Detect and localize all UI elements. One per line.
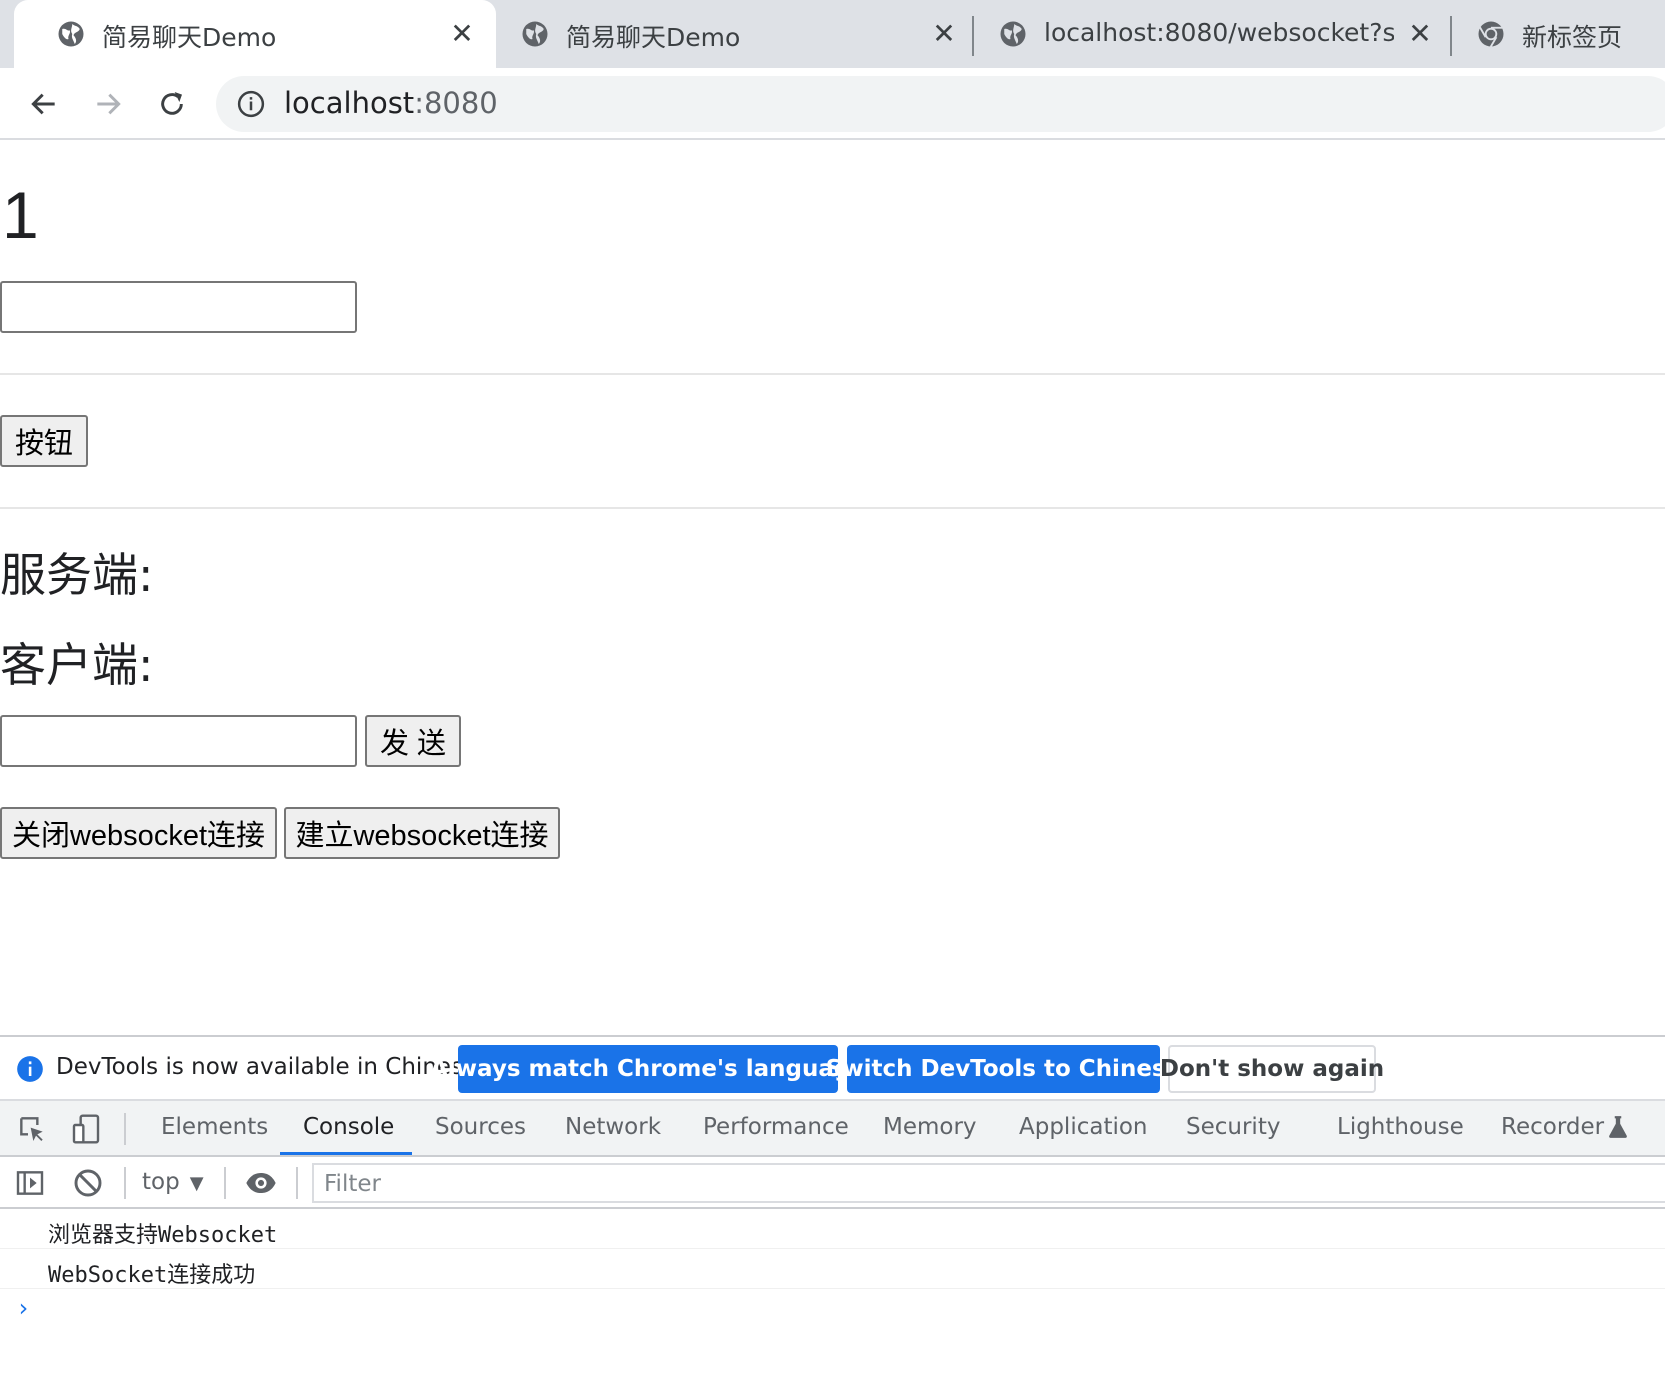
devtools-panel: DevTools is now available in Chinese! Al…	[0, 1035, 1665, 1384]
console-log-line: WebSocket连接成功	[0, 1249, 1665, 1289]
arrow-left-icon	[31, 93, 55, 115]
toolbar-separator	[124, 1113, 126, 1145]
tab-performance[interactable]: Performance	[703, 1114, 849, 1140]
tab-sources[interactable]: Sources	[435, 1114, 526, 1140]
tab-title: 新标签页	[1522, 23, 1623, 52]
toolbar-separator	[124, 1167, 126, 1199]
clear-console-icon[interactable]	[72, 1167, 104, 1199]
always-match-language-button[interactable]: Always match Chrome's language	[430, 1045, 866, 1093]
tab-elements[interactable]: Elements	[161, 1114, 268, 1140]
console-toolbar: top ▼ Filter	[0, 1157, 1665, 1209]
devtools-language-infobar: DevTools is now available in Chinese! Al…	[0, 1037, 1665, 1101]
inspect-element-icon[interactable]	[16, 1113, 48, 1145]
tab-security[interactable]: Security	[1186, 1114, 1280, 1140]
chrome-icon	[1478, 21, 1504, 48]
info-icon[interactable]	[236, 89, 266, 119]
divider	[0, 373, 1665, 375]
device-toolbar-icon[interactable]	[70, 1113, 102, 1145]
tab-recorder[interactable]: Recorder	[1501, 1114, 1604, 1140]
arrow-right-icon	[97, 93, 121, 115]
dont-show-again-button[interactable]: Don't show again	[1160, 1045, 1384, 1093]
action-button[interactable]: 按钮	[0, 415, 88, 467]
flask-icon	[1609, 1116, 1627, 1138]
dropdown-arrow-icon: ▼	[189, 1173, 204, 1194]
sidebar-toggle-icon[interactable]	[14, 1167, 46, 1199]
console-log-text: 浏览器支持Websocket	[48, 1223, 278, 1248]
console-log-text: WebSocket连接成功	[48, 1263, 256, 1288]
close-icon[interactable]: ✕	[1406, 20, 1434, 48]
tab-strip: 简易聊天Demo ✕ 简易聊天Demo ✕ localhost:8080/web…	[0, 0, 1665, 68]
reload-icon	[161, 92, 183, 115]
tab-chat-demo-1[interactable]: 简易聊天Demo ✕	[14, 0, 496, 68]
filter-placeholder: Filter	[324, 1171, 381, 1197]
globe-icon	[522, 21, 548, 47]
url-text: localhost:8080	[284, 86, 498, 120]
reload-button[interactable]	[152, 84, 192, 124]
console-filter-input[interactable]: Filter	[312, 1163, 1665, 1203]
close-icon[interactable]: ✕	[930, 20, 958, 48]
open-websocket-button[interactable]: 建立websocket连接	[284, 807, 560, 859]
browser-toolbar: localhost:8080	[0, 68, 1665, 140]
tab-chat-demo-2[interactable]: 简易聊天Demo ✕	[494, 0, 970, 68]
client-label: 客户端:	[0, 638, 154, 692]
top-text-input[interactable]	[0, 281, 357, 333]
message-input[interactable]	[0, 715, 357, 767]
page-content: 1 按钮 服务端: 客户端: 发 送 关闭websocket连接 建立webso…	[0, 142, 1665, 1035]
infobar-message: DevTools is now available in Chinese!	[56, 1054, 487, 1080]
info-icon	[17, 1056, 43, 1082]
console-log-line: 浏览器支持Websocket	[0, 1209, 1665, 1249]
url-host: localhost	[284, 86, 415, 120]
tab-console[interactable]: Console	[303, 1114, 394, 1140]
toolbar-separator	[296, 1167, 298, 1199]
tab-memory[interactable]: Memory	[883, 1114, 977, 1140]
context-selector[interactable]: top ▼	[142, 1169, 204, 1195]
context-value: top	[142, 1169, 180, 1195]
tab-title: localhost:8080/websocket?s=s	[1044, 18, 1394, 47]
switch-to-chinese-button[interactable]: Switch DevTools to Chinese	[826, 1045, 1181, 1093]
page-number-heading: 1	[2, 178, 39, 252]
url-port: :8080	[414, 86, 498, 120]
globe-icon	[1000, 21, 1026, 47]
tab-websocket[interactable]: localhost:8080/websocket?s=s ✕	[974, 0, 1448, 68]
tab-title: 简易聊天Demo	[566, 23, 741, 52]
tab-application[interactable]: Application	[1019, 1114, 1148, 1140]
forward-button[interactable]	[88, 84, 128, 124]
tab-lighthouse[interactable]: Lighthouse	[1337, 1114, 1464, 1140]
tab-new-tab[interactable]: 新标签页	[1452, 0, 1665, 68]
tab-network[interactable]: Network	[565, 1114, 661, 1140]
address-bar[interactable]: localhost:8080	[216, 76, 1665, 132]
back-button[interactable]	[24, 84, 64, 124]
tab-title: 简易聊天Demo	[102, 23, 277, 52]
devtools-tab-bar: Elements Console Sources Network Perform…	[0, 1101, 1665, 1157]
active-tab-indicator	[280, 1152, 412, 1155]
toolbar-separator	[224, 1167, 226, 1199]
globe-icon	[58, 21, 84, 47]
eye-icon[interactable]	[244, 1167, 278, 1199]
send-button[interactable]: 发 送	[365, 715, 461, 767]
divider	[0, 507, 1665, 509]
close-icon[interactable]: ✕	[448, 20, 476, 48]
console-prompt-icon[interactable]: ›	[16, 1294, 30, 1322]
server-label: 服务端:	[0, 548, 154, 602]
close-websocket-button[interactable]: 关闭websocket连接	[0, 807, 277, 859]
